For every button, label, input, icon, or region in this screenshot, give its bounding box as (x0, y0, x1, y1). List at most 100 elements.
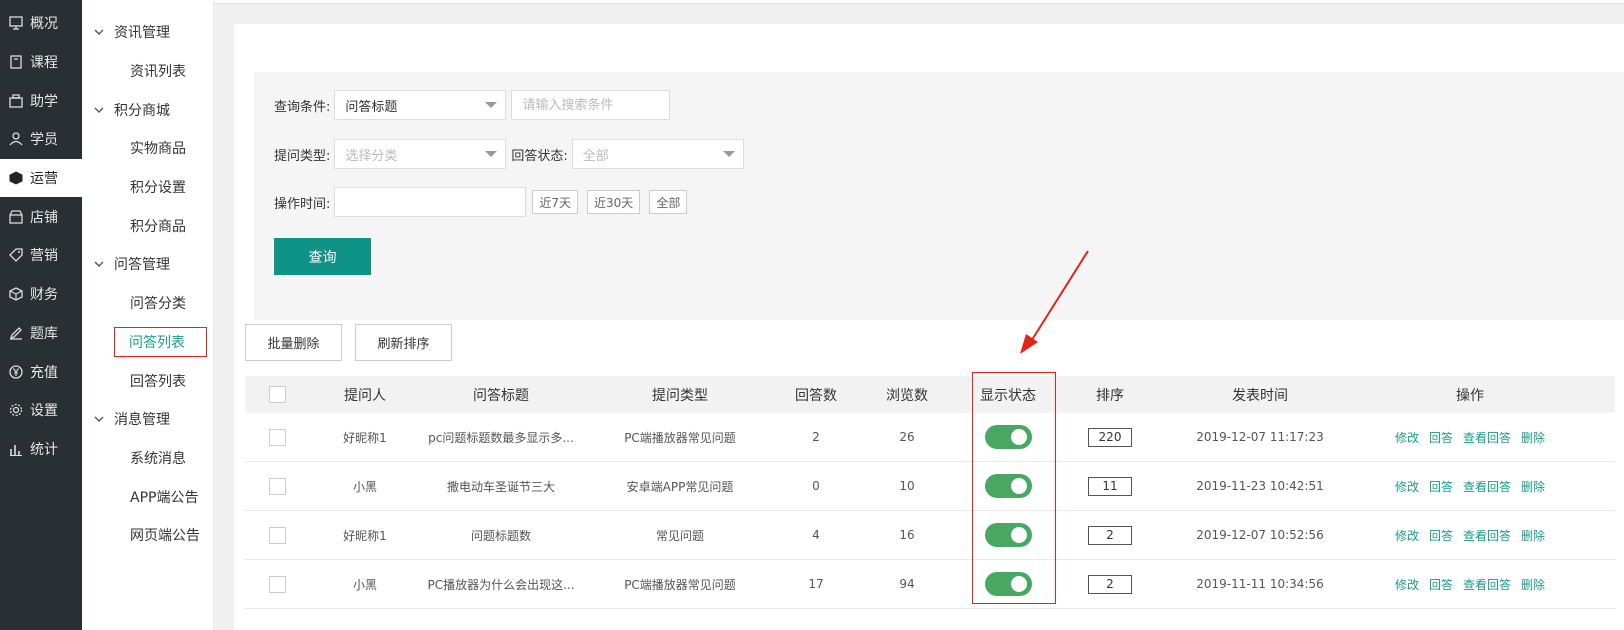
views-cell: 16 (899, 528, 915, 542)
row-checkbox[interactable] (268, 575, 286, 593)
answer-link[interactable]: 回答 (1429, 578, 1453, 592)
sort-input[interactable]: 11 (1088, 476, 1132, 496)
question-type-select[interactable]: 选择分类 (334, 139, 507, 169)
publish-time-cell: 2019-11-11 10:34:56 (1196, 577, 1324, 591)
mainnav-item-1[interactable]: 课程 (0, 43, 82, 82)
view-answers-link[interactable]: 查看回答 (1463, 578, 1511, 592)
edit-link[interactable]: 修改 (1395, 529, 1419, 543)
subnav-item-0-0[interactable]: 资讯列表 (82, 52, 213, 91)
view-answers-link[interactable]: 查看回答 (1463, 431, 1511, 445)
select-all-checkbox[interactable] (268, 386, 286, 403)
row-checkbox[interactable] (268, 526, 286, 544)
answer-status-select[interactable]: 全部 (571, 139, 744, 169)
refresh-sort-button[interactable]: 刷新排序 (355, 324, 452, 361)
edit-link[interactable]: 修改 (1395, 431, 1419, 445)
mainnav-item-4[interactable]: 运营 (0, 158, 82, 198)
mainnav-item-10[interactable]: 设置 (0, 391, 82, 430)
last-7-days-button[interactable]: 近7天 (532, 190, 579, 214)
subnav-item-1-0[interactable]: 实物商品 (82, 129, 213, 168)
mainnav-item-11[interactable]: 统计 (0, 430, 82, 469)
row-checkbox[interactable] (268, 428, 286, 446)
row-check-cell (245, 428, 309, 446)
subnav-group-label: 问答管理 (114, 257, 170, 274)
subnav-group-2[interactable]: 问答管理 (82, 245, 213, 284)
type-cell: 常见问题 (655, 528, 704, 543)
header-type: 提问类型 (652, 387, 708, 404)
sort-input[interactable]: 2 (1088, 525, 1132, 545)
header-sort: 排序 (1096, 387, 1124, 404)
subnav-group-1[interactable]: 积分商城 (82, 90, 213, 129)
last-30-days-button[interactable]: 近30天 (587, 190, 641, 214)
tag-icon (9, 248, 23, 263)
subnav-item-2-1[interactable]: 问答列表 (82, 323, 213, 362)
query-button[interactable]: 查询 (274, 238, 371, 275)
mainnav-item-6[interactable]: 营销 (0, 236, 82, 275)
chevron-down-icon (485, 102, 498, 108)
all-time-button[interactable]: 全部 (649, 190, 688, 214)
subnav-group-0[interactable]: 资讯管理 (82, 13, 213, 52)
sort-cell: 11 (1055, 476, 1165, 496)
subnav-item-label: 回答列表 (130, 373, 186, 390)
operation-time-input[interactable] (334, 187, 527, 217)
subnav-item-1-1[interactable]: 积分设置 (82, 168, 213, 207)
delete-link[interactable]: 删除 (1521, 529, 1545, 543)
mainnav-item-2[interactable]: 助学 (0, 81, 82, 120)
edit-link[interactable]: 修改 (1395, 578, 1419, 592)
mainnav-item-5[interactable]: 店铺 (0, 197, 82, 236)
subnav-item-3-2[interactable]: 网页端公告 (82, 516, 213, 555)
chevron-down-icon (94, 27, 114, 37)
cube-icon (9, 171, 23, 185)
row-check-cell (245, 477, 309, 495)
search-input[interactable] (511, 90, 671, 120)
gear-icon (9, 403, 23, 417)
view-answers-link[interactable]: 查看回答 (1463, 480, 1511, 494)
subnav-item-2-0[interactable]: 问答分类 (82, 284, 213, 323)
answer-link[interactable]: 回答 (1429, 431, 1453, 445)
subnav-item-3-0[interactable]: 系统消息 (82, 439, 213, 478)
table-row: 好昵称1 问题标题数 常见问题 4 16 2 2019-12-07 10:52:56 修改 回答… (245, 511, 1615, 560)
mainnav-label: 设置 (30, 403, 58, 420)
row-check-cell (245, 575, 309, 593)
type-cell: PC端播放器常见问题 (624, 430, 736, 445)
mainnav-item-7[interactable]: 财务 (0, 275, 82, 314)
subnav-item-2-2[interactable]: 回答列表 (82, 361, 213, 400)
subnav-item-label: 积分设置 (130, 180, 186, 197)
answers-cell: 17 (808, 577, 824, 591)
mainnav-item-0[interactable]: 概况 (0, 4, 82, 43)
subnav-item-1-2[interactable]: 积分商品 (82, 206, 213, 245)
condition-select[interactable]: 问答标题 (334, 90, 507, 120)
row-checkbox[interactable] (268, 477, 286, 495)
edit-link[interactable]: 修改 (1395, 480, 1419, 494)
filter-panel: 查询条件: 问答标题 提问类型: 选择分类 回答状态: 全部 操作时间: 近7天… (254, 72, 1624, 320)
main-sidebar: 概况 课程 助学 学员 运营 店铺营销财务 题库 充值设置统计 (0, 0, 82, 630)
answers-cell: 2 (812, 430, 820, 444)
book-icon (9, 55, 23, 69)
sort-input[interactable]: 220 (1088, 427, 1132, 447)
batch-delete-button[interactable]: 批量删除 (245, 324, 342, 361)
mainnav-item-3[interactable]: 学员 (0, 120, 82, 159)
sort-input[interactable]: 2 (1088, 574, 1132, 594)
title-cell: 问题标题数 (470, 528, 531, 543)
answer-link[interactable]: 回答 (1429, 480, 1453, 494)
asker-cell: 小黑 (352, 479, 377, 494)
sub-sidebar: 资讯管理 资讯列表 积分商城 实物商品积分设置积分商品问答管理问答分类 问答列表回答列表… (82, 0, 214, 630)
row-check-cell (245, 526, 309, 544)
delete-link[interactable]: 删除 (1521, 431, 1545, 445)
delete-link[interactable]: 删除 (1521, 480, 1545, 494)
actions-cell: 修改 回答 查看回答 删除 (1355, 478, 1585, 495)
top-bar (214, 0, 1624, 4)
view-answers-link[interactable]: 查看回答 (1463, 529, 1511, 543)
delete-link[interactable]: 删除 (1521, 578, 1545, 592)
subnav-group-3[interactable]: 消息管理 (82, 400, 213, 439)
title-cell: pc问题标题数最多显示多... (428, 430, 574, 445)
condition-label: 查询条件: (274, 99, 331, 115)
operation-time-label: 操作时间: (274, 196, 331, 212)
mainnav-label: 营销 (30, 248, 58, 265)
mainnav-item-8[interactable]: 题库 (0, 314, 82, 353)
subnav-item-3-1[interactable]: APP端公告 (82, 477, 213, 516)
filter-area-wrap: 查询条件: 问答标题 提问类型: 选择分类 回答状态: 全部 操作时间: 近7天… (234, 24, 1624, 630)
filter-row-condition: 查询条件: 问答标题 (274, 90, 671, 120)
chevron-down-icon (485, 151, 498, 157)
mainnav-item-9[interactable]: 充值 (0, 352, 82, 391)
answer-link[interactable]: 回答 (1429, 529, 1453, 543)
